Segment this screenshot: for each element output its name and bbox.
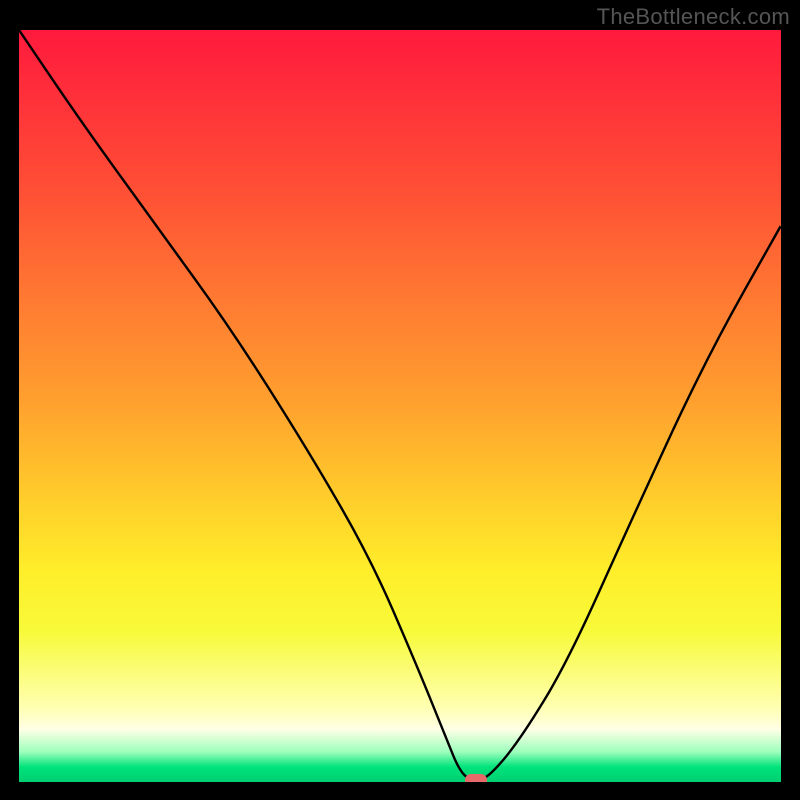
curve-path: [19, 30, 781, 780]
watermark-text: TheBottleneck.com: [597, 4, 790, 30]
plot-area: [19, 30, 781, 782]
optimal-marker: [465, 774, 487, 782]
bottleneck-curve: [19, 30, 781, 782]
chart-frame: TheBottleneck.com: [0, 0, 800, 800]
